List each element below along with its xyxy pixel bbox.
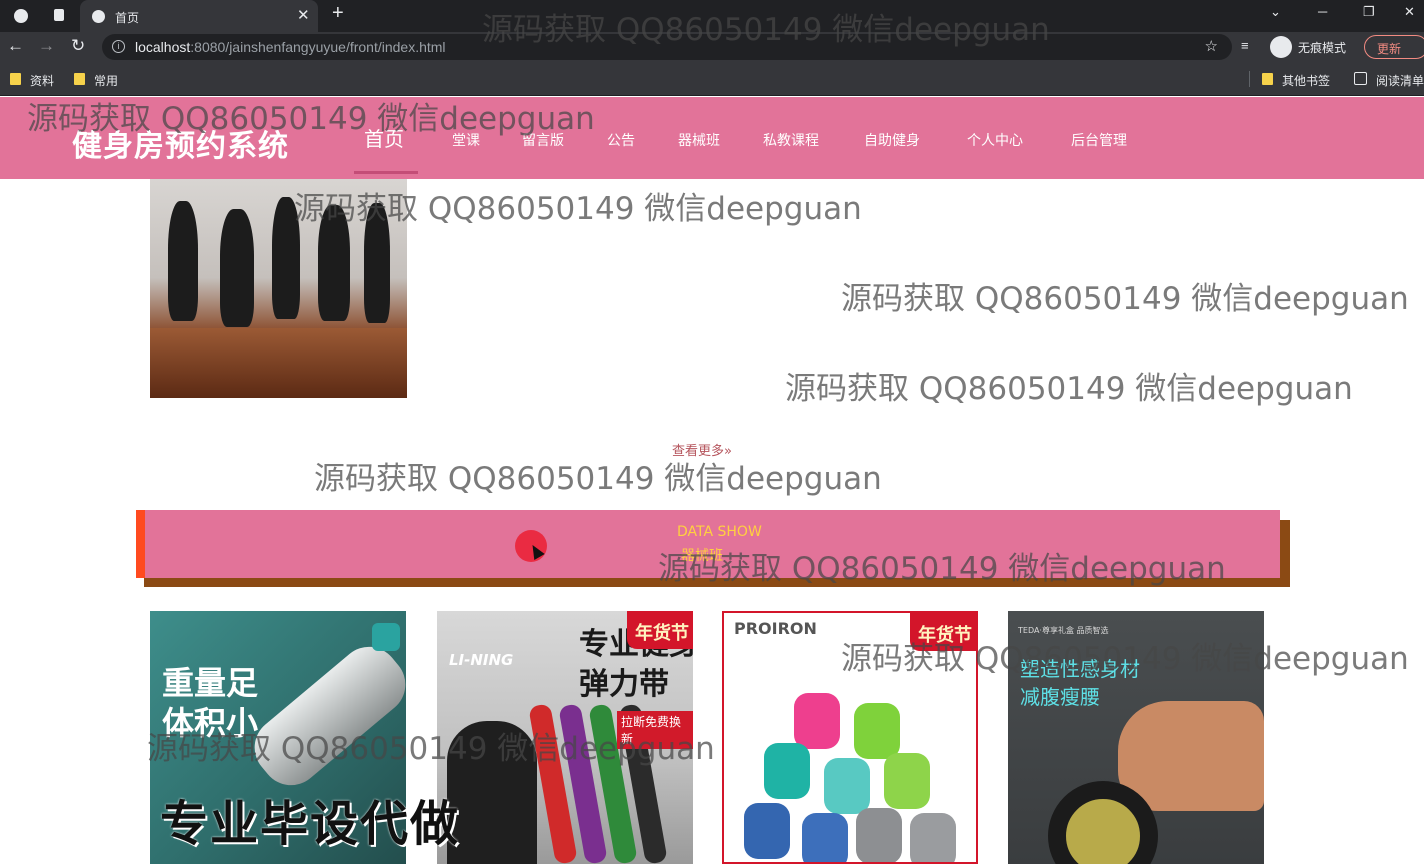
- restore-icon[interactable]: ❐: [1363, 4, 1375, 20]
- reading-list-icon: [1354, 72, 1367, 85]
- watermark: 源码获取 QQ86050149 微信deepguan: [658, 551, 1226, 587]
- promo-tag: 年货节: [627, 611, 693, 649]
- other-bookmarks[interactable]: 其他书签: [1282, 72, 1330, 89]
- dumbbell-blue: [744, 803, 790, 859]
- dumbbell-teal: [824, 758, 870, 814]
- globe-icon: [92, 10, 105, 23]
- url-text: localhost:8080/jainshenfangyuyue/front/i…: [135, 39, 446, 55]
- dumbbell-pink: [794, 693, 840, 749]
- section-title-en: DATA SHOW: [677, 524, 762, 540]
- update-button[interactable]: 更新: [1364, 35, 1424, 59]
- tab-title: 首页: [115, 11, 140, 25]
- promo-overlay-text: 专业毕设代做: [160, 796, 461, 852]
- dumbbell-blue: [802, 813, 848, 862]
- watermark: 源码获取 QQ86050149 微信deepguan: [841, 281, 1409, 317]
- nav-private-courses[interactable]: 私教课程: [763, 130, 819, 150]
- nav-equipment[interactable]: 器械班: [678, 130, 720, 150]
- browser-tab[interactable]: 首页 ✕: [80, 0, 318, 32]
- photo-figure: [220, 209, 254, 327]
- watermark: 源码获取 QQ86050149 微信deepguan: [785, 371, 1353, 407]
- watermark: 源码获取 QQ86050149 微信deepguan: [482, 12, 1050, 48]
- product-3-brand: PROIRON: [734, 619, 817, 638]
- bookmark-ziliao[interactable]: 资料: [30, 72, 54, 89]
- new-tab-icon[interactable]: +: [332, 2, 344, 25]
- bookmark-separator: [1249, 71, 1250, 87]
- watermark: 源码获取 QQ86050149 微信deepguan: [294, 191, 862, 227]
- watermark: 源码获取 QQ86050149 微信deepguan: [841, 641, 1409, 677]
- watermark: 源码获取 QQ86050149 微信deepguan: [147, 731, 715, 767]
- dumbbell-image: [242, 634, 406, 798]
- tab-search-icon[interactable]: ⌄: [1270, 4, 1281, 20]
- bookmark-star-icon[interactable]: ☆: [1205, 37, 1218, 55]
- folder-icon: [74, 73, 85, 85]
- back-icon[interactable]: ←: [7, 36, 24, 56]
- chrome-icon[interactable]: [14, 9, 28, 23]
- bookmark-changyong[interactable]: 常用: [94, 72, 118, 89]
- product-2-brand: LI-NING: [449, 651, 514, 669]
- nav-self-fitness[interactable]: 自助健身: [864, 130, 920, 150]
- watermark: 源码获取 QQ86050149 微信deepguan: [27, 101, 595, 137]
- audio-icon[interactable]: [54, 9, 64, 21]
- reading-mode-icon[interactable]: ≡: [1241, 38, 1249, 53]
- dumbbell-teal: [764, 743, 810, 799]
- incognito-label: 无痕模式: [1298, 41, 1347, 55]
- info-icon[interactable]: i: [112, 40, 125, 53]
- dumbbell-green: [884, 753, 930, 809]
- reload-icon[interactable]: ↻: [71, 36, 85, 56]
- watermark: 源码获取 QQ86050149 微信deepguan: [314, 461, 882, 497]
- folder-icon: [1262, 73, 1273, 85]
- forward-icon[interactable]: →: [38, 36, 55, 56]
- nav-notice[interactable]: 公告: [607, 130, 635, 150]
- nav-personal-center[interactable]: 个人中心: [967, 130, 1023, 150]
- close-tab-icon[interactable]: ✕: [297, 6, 310, 24]
- dumbbell-gray: [856, 808, 902, 862]
- nav-active-indicator: [354, 171, 418, 174]
- photo-floor: [150, 328, 407, 398]
- incognito-icon[interactable]: [1270, 36, 1292, 58]
- reading-list[interactable]: 阅读清单: [1376, 72, 1424, 89]
- close-window-icon[interactable]: ✕: [1404, 4, 1415, 20]
- nav-admin[interactable]: 后台管理: [1071, 130, 1127, 150]
- photo-figure: [168, 201, 198, 321]
- bookmarks-bar: 资料 常用 其他书签 阅读清单: [0, 62, 1424, 96]
- dumbbell-gray: [910, 813, 956, 862]
- minimize-icon[interactable]: ─: [1318, 4, 1327, 19]
- brand-logo-icon: [372, 623, 400, 651]
- dumbbell-green: [854, 703, 900, 759]
- folder-icon: [10, 73, 21, 85]
